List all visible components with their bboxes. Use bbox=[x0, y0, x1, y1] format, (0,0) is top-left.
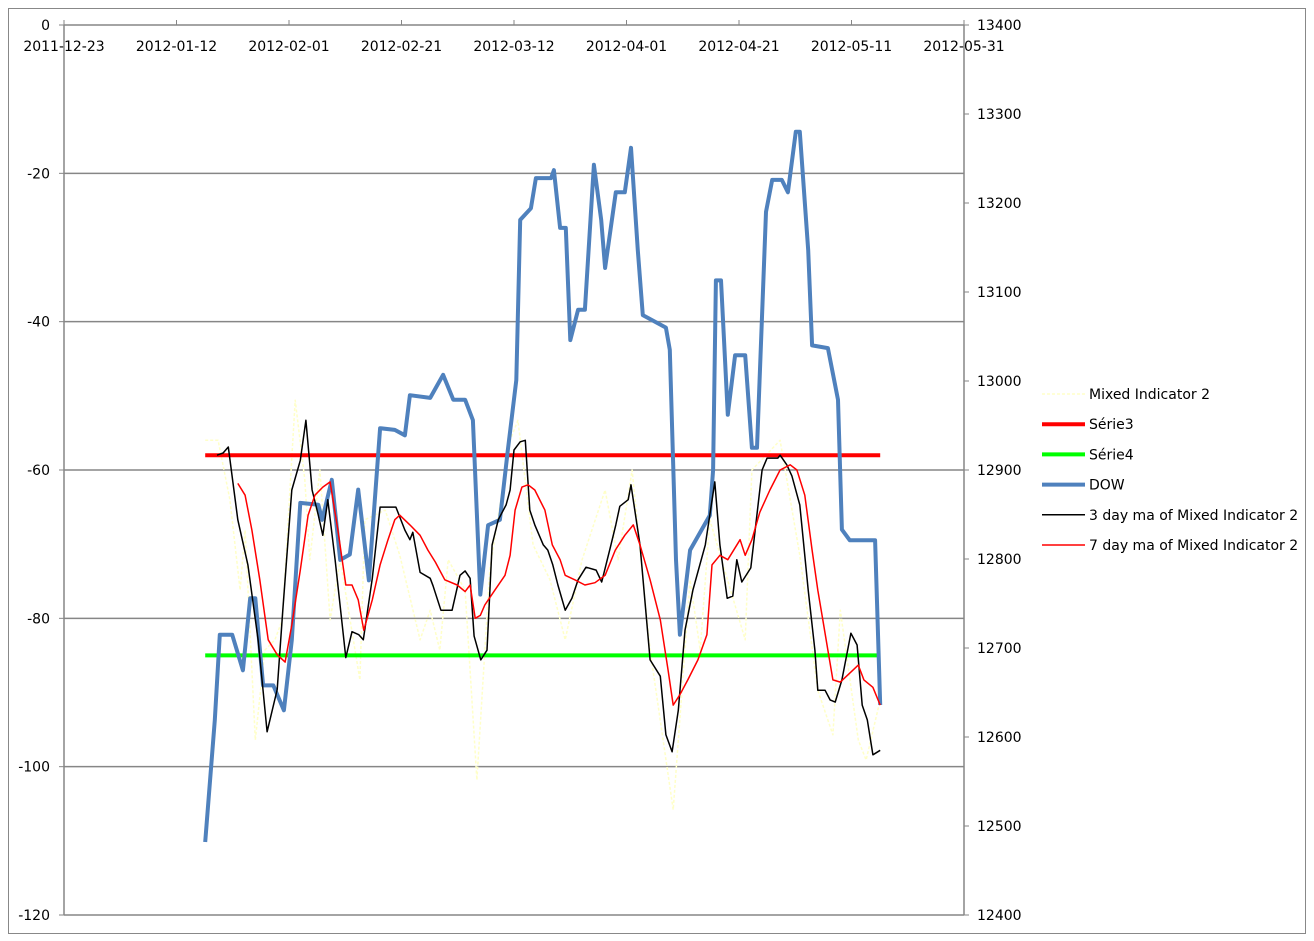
x-tick-label: 2012-02-01 bbox=[248, 39, 329, 55]
right-tick-label: 12500 bbox=[977, 819, 1022, 835]
legend-label-s-rie4: Série4 bbox=[1089, 447, 1134, 463]
left-tick-label: -120 bbox=[18, 908, 50, 924]
left-tick-label: -100 bbox=[18, 760, 50, 776]
x-tick-label: 2012-02-21 bbox=[361, 39, 442, 55]
right-tick-label: 13100 bbox=[977, 285, 1022, 301]
right-tick-label: 13400 bbox=[977, 18, 1022, 34]
right-tick-label: 13300 bbox=[977, 107, 1022, 123]
right-tick-label: 13200 bbox=[977, 196, 1022, 212]
left-tick-label: -60 bbox=[27, 463, 50, 479]
left-tick-label: -20 bbox=[27, 166, 50, 182]
x-tick-label: 2012-03-12 bbox=[473, 39, 554, 55]
right-tick-label: 13000 bbox=[977, 374, 1022, 390]
legend-label-3-day-ma-of-mixed-indicator-2: 3 day ma of Mixed Indicator 2 bbox=[1089, 508, 1298, 524]
right-tick-label: 12400 bbox=[977, 908, 1022, 924]
x-tick-label: 2012-04-21 bbox=[698, 39, 779, 55]
x-tick-label: 2012-04-01 bbox=[586, 39, 667, 55]
left-tick-label: -80 bbox=[27, 611, 50, 627]
chart: 0 -20 -40 -60 -80 -100 -120 13400 13300 13200 1310… bbox=[8, 8, 1306, 934]
legend-label-mixed-indicator-2: Mixed Indicator 2 bbox=[1089, 387, 1210, 403]
left-tick-label: 0 bbox=[41, 18, 50, 34]
legend-label-7-day-ma-of-mixed-indicator-2: 7 day ma of Mixed Indicator 2 bbox=[1089, 538, 1298, 554]
chart-frame bbox=[8, 8, 1306, 934]
legend-label-s-rie3: Série3 bbox=[1089, 417, 1134, 433]
legend-label-dow: DOW bbox=[1089, 478, 1125, 494]
right-tick-label: 12800 bbox=[977, 552, 1022, 568]
x-tick-label: 2012-05-11 bbox=[811, 39, 892, 55]
left-tick-label: -40 bbox=[27, 315, 50, 331]
x-tick-label: 2012-01-12 bbox=[136, 39, 217, 55]
right-tick-label: 12600 bbox=[977, 730, 1022, 746]
right-tick-label: 12900 bbox=[977, 463, 1022, 479]
right-tick-label: 12700 bbox=[977, 641, 1022, 657]
